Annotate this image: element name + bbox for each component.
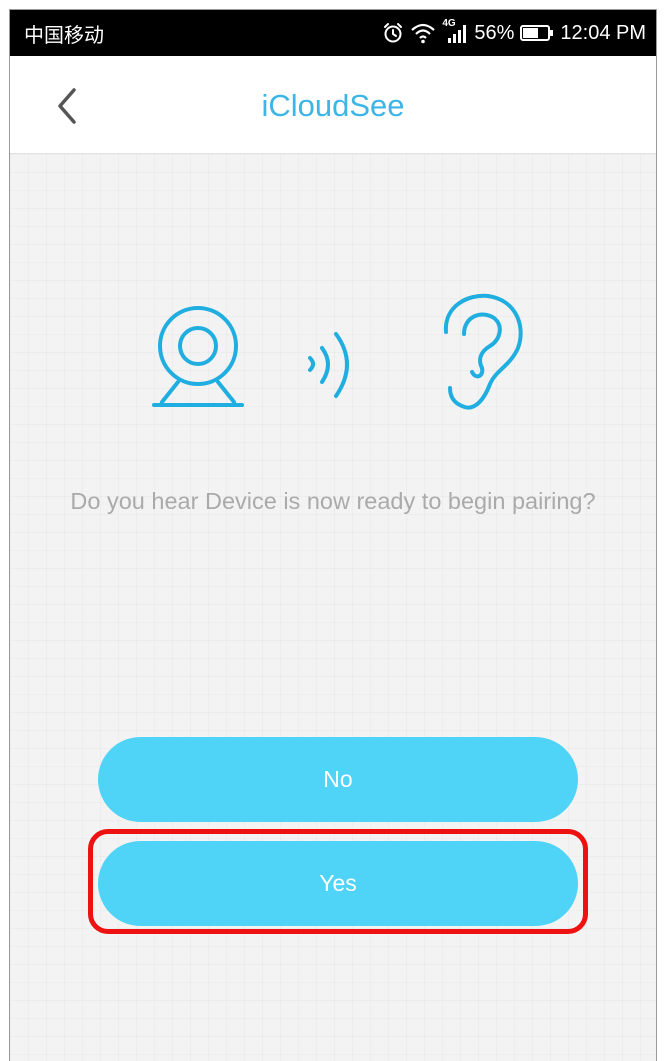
ear-icon — [434, 292, 534, 427]
clock: 12:04 PM — [560, 21, 646, 44]
no-button[interactable]: No — [98, 737, 578, 822]
wifi-icon — [410, 22, 436, 44]
alarm-icon — [382, 22, 404, 44]
phone-screen: 中国移动 4G 56% 12:04 PM iCloudSee Do you he… — [9, 9, 657, 1061]
battery-percent: 56% — [474, 21, 515, 44]
status-icons: 4G 56% 12:04 PM — [382, 18, 646, 45]
yes-button[interactable]: Yes — [98, 841, 578, 926]
carrier-label: 中国移动 — [24, 24, 104, 47]
page-title: iCloudSee — [261, 88, 405, 123]
battery-icon — [520, 24, 554, 42]
sound-waves-icon — [302, 324, 362, 409]
status-bar: 中国移动 4G 56% 12:04 PM — [10, 10, 656, 56]
camera-icon — [150, 304, 250, 419]
pairing-prompt: Do you hear Device is now ready to begin… — [70, 488, 596, 514]
cellular-signal-icon: 4G — [442, 18, 468, 45]
app-bar: iCloudSee — [10, 56, 656, 154]
